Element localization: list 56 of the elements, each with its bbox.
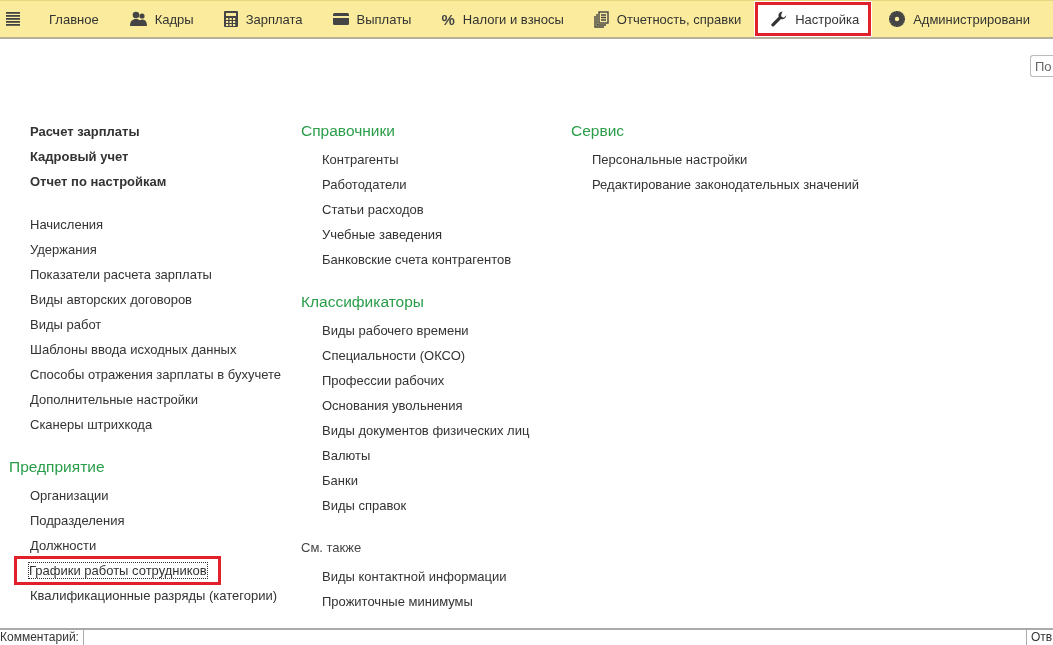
wrench-icon [771,11,788,27]
menu-link[interactable]: Начисления [30,212,104,237]
nav-tab[interactable]: Администрировани [872,1,1043,37]
menu-link[interactable]: Организации [30,483,109,508]
calculator-icon [223,11,238,27]
card-icon [332,13,349,25]
menu-link[interactable]: Графики работы сотрудников [28,562,208,579]
nav-tab[interactable]: Кадры [111,1,207,37]
menu-link[interactable]: Банковские счета контрагентов [322,247,512,272]
menu-link[interactable]: Персональные настройки [592,147,748,172]
section-heading: Предприятие [9,457,105,477]
nav-tab[interactable]: Настройка [754,1,873,37]
nav-tab[interactable]: Главное [32,1,112,37]
menu-link[interactable]: Виды работ [30,312,102,337]
menu-link[interactable]: Виды контактной информации [322,564,507,589]
nav-tab[interactable]: Отчетность, справки [576,1,755,37]
menu-link[interactable]: Виды документов физических лиц [322,418,530,443]
menu-link[interactable]: Показатели расчета зарплаты [30,262,212,287]
menu-link[interactable]: Шаблоны ввода исходных данных [30,337,237,362]
menu-link[interactable]: Должности [30,533,97,558]
menu-link[interactable]: Подразделения [30,508,125,533]
menu-link[interactable]: Учебные заведения [322,222,443,247]
menu-link[interactable]: Контрагенты [322,147,399,172]
documents-icon [593,10,609,28]
menu-link[interactable]: Основания увольнения [322,393,463,418]
search-field[interactable]: По [1030,55,1053,77]
status-label: Отв [1025,630,1053,645]
menu-icon [6,12,20,26]
menu-link[interactable]: Квалификационные разряды (категории) [30,583,278,608]
section-label: См. также [301,539,362,557]
menu-link[interactable]: Отчет по настройкам [30,169,167,194]
section-heading: Сервис [571,121,625,141]
menu-link[interactable]: Удержания [30,237,97,262]
menu-link[interactable]: Валюты [322,443,371,468]
nav-tab[interactable]: Выплаты [315,1,425,37]
menu-link[interactable]: Расчет зарплаты [30,119,140,144]
menu-link[interactable]: Дополнительные настройки [30,387,199,412]
section-heading: Классификаторы [301,292,424,312]
menu-link[interactable]: Специальности (ОКСО) [322,343,466,368]
people-icon [128,11,147,27]
menu-link[interactable]: Виды справок [322,493,407,518]
comment-label: Комментарий: [0,630,79,645]
menu-link[interactable]: Сканеры штрихкода [30,412,153,437]
menu-link[interactable]: Статьи расходов [322,197,424,222]
menu-link[interactable]: Банки [322,468,358,493]
menu-link[interactable]: Виды авторских договоров [30,287,192,312]
menu-link[interactable]: Способы отражения зарплаты в бухучете [30,362,281,387]
menu-link[interactable]: Работодатели [322,172,407,197]
menu-link[interactable]: Редактирование законодательных значений [592,172,859,197]
section-heading: Справочники [301,121,395,141]
nav-tab[interactable]: Зарплата [206,1,316,37]
menu-link[interactable]: Виды рабочего времени [322,318,469,343]
menu-link[interactable]: Кадровый учет [30,144,129,169]
menu-link[interactable]: Профессии рабочих [322,368,445,393]
nav-tab[interactable]: % Налоги и взносы [424,1,577,37]
menu-link[interactable]: Прожиточные минимумы [322,589,473,614]
